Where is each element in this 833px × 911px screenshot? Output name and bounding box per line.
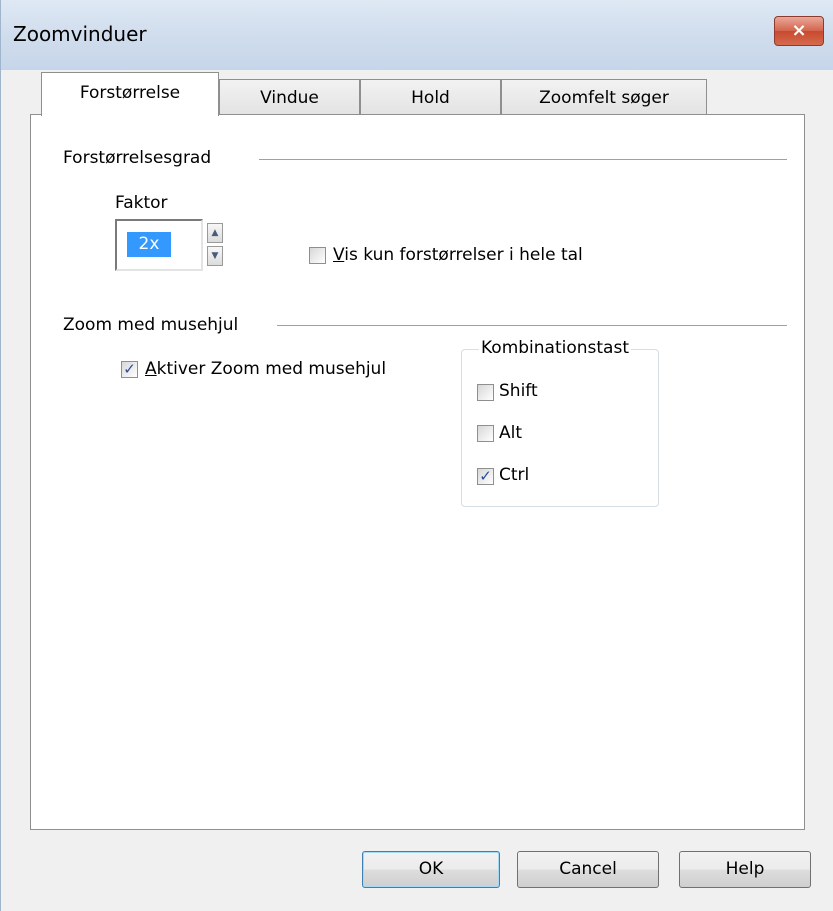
factor-label: Faktor: [115, 193, 168, 213]
ok-button[interactable]: OK: [362, 851, 500, 888]
tab-panel: Forstørrelsesgrad Faktor 2x ▲ ▼ Vis kun …: [30, 114, 805, 830]
shift-label[interactable]: Shift: [499, 381, 538, 401]
tab-forstorrelse[interactable]: Forstørrelse: [41, 72, 219, 116]
tab-hold[interactable]: Hold: [360, 79, 501, 115]
tab-label: Hold: [411, 88, 450, 108]
factor-field[interactable]: 2x: [115, 219, 203, 271]
section-divider: [259, 159, 787, 160]
enable-mousewheel-checkbox[interactable]: ✓: [121, 361, 138, 378]
factor-down-button[interactable]: ▼: [207, 246, 223, 266]
modifier-group-title: Kombinationstast: [479, 338, 631, 358]
alt-checkbox[interactable]: [477, 425, 494, 442]
mnemonic: A: [145, 359, 157, 379]
tab-label: Zoomfelt søger: [539, 88, 669, 108]
tab-label: Forstørrelse: [79, 83, 181, 103]
magnification-section-label: Forstørrelsesgrad: [63, 148, 212, 168]
whole-numbers-label[interactable]: Vis kun forstørrelser i hele tal: [333, 245, 583, 265]
arrow-up-icon: ▲: [211, 228, 219, 238]
label-text: is kun forstørrelser i hele tal: [344, 245, 583, 265]
section-divider: [277, 325, 787, 326]
help-button[interactable]: Help: [679, 851, 811, 888]
ctrl-checkbox[interactable]: ✓: [477, 468, 494, 485]
close-button[interactable]: ×: [774, 16, 824, 46]
alt-label[interactable]: Alt: [499, 423, 522, 443]
dialog-window: Zoomvinduer × Forstørrelse Vindue Hold Z…: [0, 0, 833, 911]
mnemonic: V: [333, 245, 345, 265]
label-text: ktiver Zoom med musehjul: [156, 359, 387, 379]
factor-up-button[interactable]: ▲: [207, 223, 223, 243]
whole-numbers-checkbox[interactable]: [309, 247, 326, 264]
arrow-down-icon: ▼: [211, 251, 219, 261]
factor-value: 2x: [127, 232, 171, 257]
ctrl-label[interactable]: Ctrl: [499, 465, 529, 485]
close-icon: ×: [791, 20, 807, 41]
cancel-button[interactable]: Cancel: [517, 851, 659, 888]
mousewheel-section-label: Zoom med musehjul: [63, 315, 239, 335]
enable-mousewheel-label[interactable]: Aktiver Zoom med musehjul: [145, 359, 386, 379]
shift-checkbox[interactable]: [477, 384, 494, 401]
tab-label: Vindue: [260, 88, 319, 108]
title-bar[interactable]: Zoomvinduer ×: [1, 0, 833, 70]
tab-zoomfelt-soger[interactable]: Zoomfelt søger: [501, 79, 707, 115]
window-title: Zoomvinduer: [13, 22, 147, 46]
tab-vindue[interactable]: Vindue: [219, 79, 360, 115]
